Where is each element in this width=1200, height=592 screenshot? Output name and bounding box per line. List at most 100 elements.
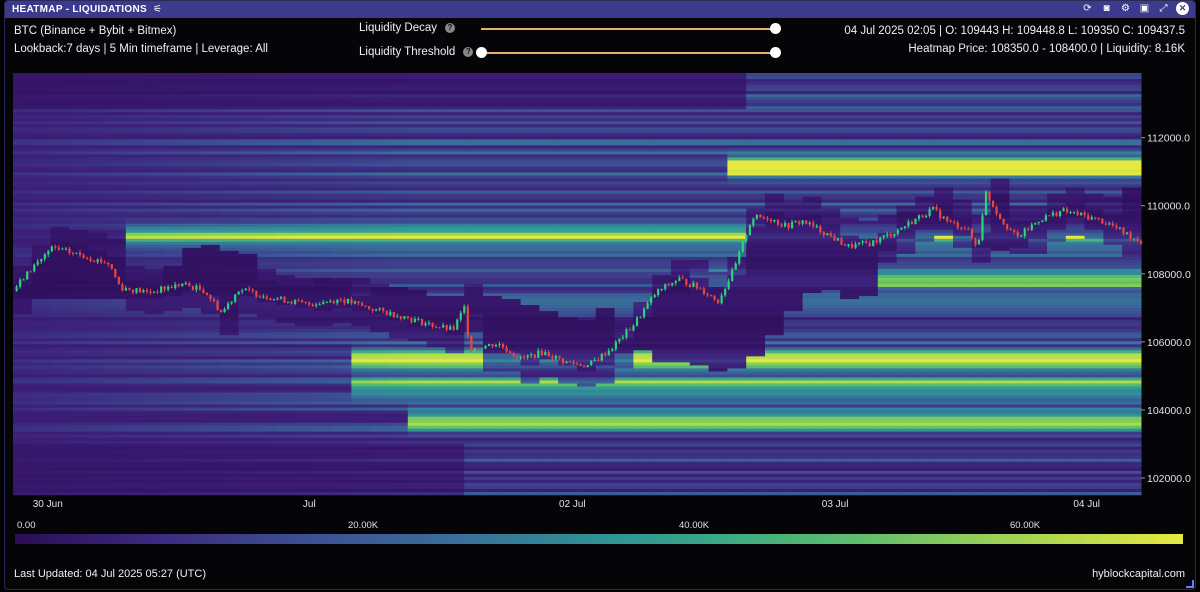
heatmap-cell (276, 401, 296, 405)
heatmap-cell (163, 359, 183, 363)
heatmap-cell (445, 479, 465, 484)
heatmap-cell (370, 247, 390, 252)
heatmap-cell (389, 226, 409, 231)
heatmap-cell (501, 452, 522, 457)
heatmap-cell (407, 163, 428, 167)
heatmap-cell (219, 250, 240, 255)
heatmap-cell (332, 280, 352, 285)
heatmap-cell (88, 235, 108, 240)
heatmap-cell (295, 470, 315, 475)
heatmap-cell (295, 293, 315, 297)
heatmap-cell (501, 262, 522, 267)
heatmap-cell (501, 404, 522, 408)
heatmap-cell (163, 118, 183, 122)
heatmap-cell (295, 250, 315, 255)
heatmap-cell (144, 226, 164, 231)
heatmap-cell (50, 268, 70, 273)
heatmap-cell (182, 344, 202, 348)
heatmap-cell (50, 314, 70, 318)
heatmap-cell (163, 401, 183, 405)
heatmap-cell (313, 377, 334, 381)
heatmap-cell (163, 458, 183, 463)
heatmap-cell (426, 94, 446, 98)
heatmap-cell (633, 268, 653, 273)
heatmap-cell (182, 476, 202, 481)
heatmap-cell (520, 284, 540, 288)
heatmap-cell (182, 470, 202, 475)
heatmap-cell (483, 488, 503, 493)
heatmap-cell (50, 428, 70, 432)
heatmap-cell (558, 470, 578, 475)
heatmap-cell (257, 79, 277, 83)
heatmap-cell (577, 85, 597, 89)
heatmap-cell (577, 121, 597, 125)
heatmap-cell (577, 491, 597, 496)
heatmap-cell (351, 250, 371, 255)
heatmap-cell (69, 133, 89, 137)
heatmap-cell (88, 320, 108, 324)
heatmap-cell (332, 88, 352, 92)
heatmap-cell (464, 413, 484, 417)
heatmap-cell (201, 271, 221, 276)
heatmap-cell (88, 178, 108, 182)
heatmap-cell (50, 365, 70, 369)
heatmap-cell (163, 380, 183, 384)
heatmap-cell (520, 178, 540, 182)
heatmap-cell (389, 127, 409, 131)
heatmap-cell (577, 422, 597, 426)
heatmap-cell (483, 491, 503, 496)
heatmap-cell (182, 458, 202, 463)
heatmap-cell (614, 374, 634, 378)
heatmap-cell (88, 100, 108, 104)
heatmap-cell (88, 190, 108, 194)
heatmap-cell (389, 473, 409, 478)
heatmap-cell (633, 344, 653, 348)
heatmap-cell (595, 410, 616, 414)
heatmap-cell (69, 139, 89, 143)
heatmap-cell (332, 148, 352, 152)
heatmap-cell (295, 284, 315, 288)
heatmap-cell (501, 362, 522, 366)
heatmap-cell (238, 425, 258, 429)
heatmap-cell (332, 154, 352, 158)
heatmap-cell (13, 371, 33, 375)
heatmap-cell (257, 380, 277, 384)
heatmap-cell (483, 374, 503, 378)
heatmap-cell (633, 133, 653, 137)
heatmap-cell (125, 157, 146, 161)
heatmap-cell (295, 314, 315, 318)
heatmap-cell (276, 88, 296, 92)
heatmap-cell (558, 139, 578, 143)
heatmap-cell (407, 187, 428, 191)
heatmap-cell (595, 127, 616, 131)
heatmap-cell (501, 196, 522, 200)
heatmap-cell (671, 145, 691, 149)
heatmap-cell (520, 365, 540, 369)
heatmap-cell (595, 425, 616, 429)
liquidation-heatmap-chart[interactable]: 112000.0110000.0108000.0106000.0104000.0… (5, 1, 1195, 590)
heatmap-cell (163, 79, 183, 83)
heatmap-cell (332, 106, 352, 110)
heatmap-cell (407, 326, 428, 330)
heatmap-cell (13, 196, 33, 200)
heatmap-cell (520, 229, 540, 234)
heatmap-cell (50, 473, 70, 478)
heatmap-cell (501, 277, 522, 282)
heatmap-cell (313, 446, 334, 451)
heatmap-cell (257, 274, 277, 279)
heatmap-cell (483, 109, 503, 113)
heatmap-cell (558, 160, 578, 164)
heatmap-cell (13, 470, 33, 475)
heatmap-cell (69, 163, 89, 167)
heatmap-cell (13, 82, 33, 86)
heatmap-cell (163, 280, 183, 285)
heatmap-cell (652, 461, 672, 466)
heatmap-cell (595, 112, 616, 116)
heatmap-cell (238, 383, 258, 387)
heatmap-cell (407, 220, 428, 225)
heatmap-cell (501, 229, 522, 234)
heatmap-cell (50, 244, 70, 249)
heatmap-cell (163, 106, 183, 110)
heatmap-cell (144, 133, 164, 137)
heatmap-cell (464, 437, 484, 442)
